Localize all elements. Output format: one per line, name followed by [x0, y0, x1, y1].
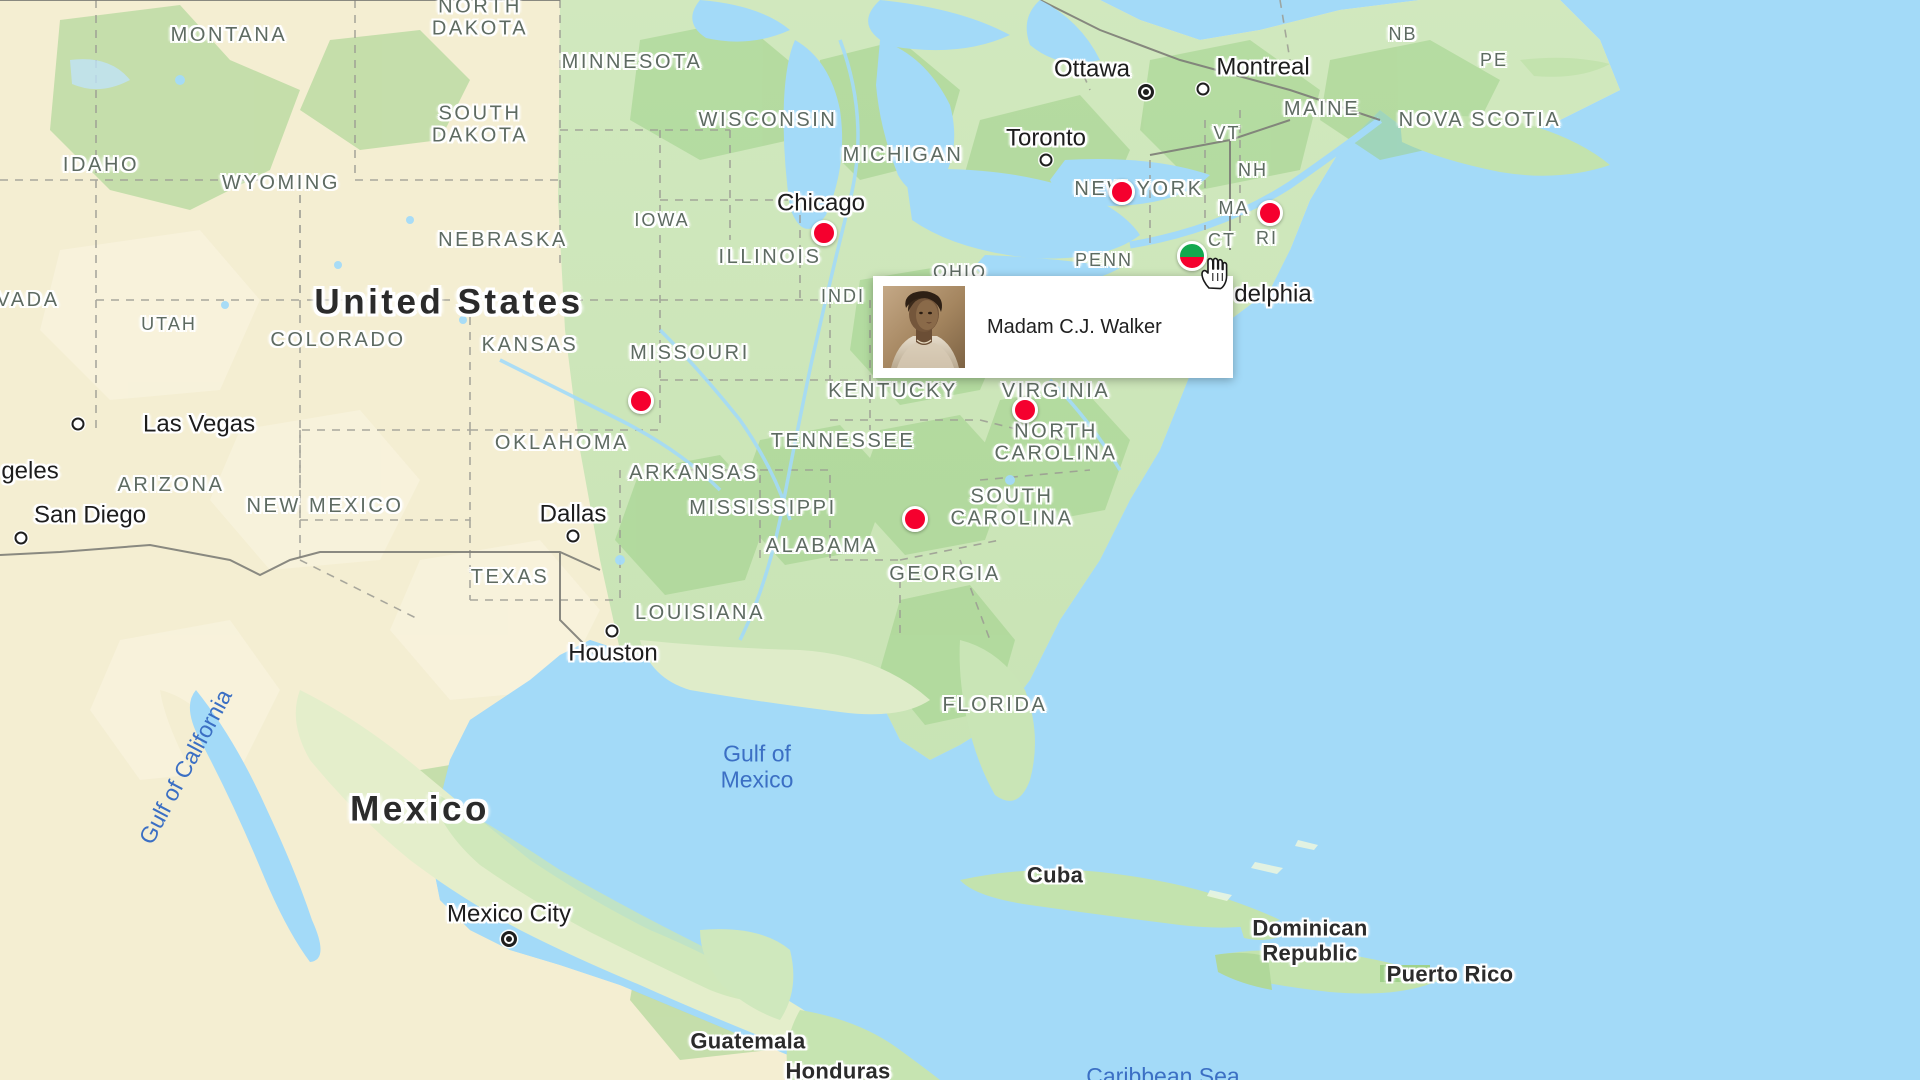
- boston-marker[interactable]: [1257, 200, 1283, 226]
- city-dot: [566, 529, 580, 543]
- capital-city-dot: [1138, 84, 1154, 100]
- map-canvas[interactable]: Gulf of Mexico Gulf of California Caribbean…: [0, 0, 1920, 1080]
- city-dot: [605, 624, 619, 638]
- city-dot: [14, 531, 28, 545]
- capital-city-dot: [501, 931, 517, 947]
- popup-person-name: Madam C.J. Walker: [987, 315, 1162, 338]
- chicago-marker[interactable]: [811, 220, 837, 246]
- virginia-marker[interactable]: [1012, 397, 1038, 423]
- southeast-marker[interactable]: [902, 506, 928, 532]
- terrain-layer: [0, 0, 1920, 1080]
- missouri-marker[interactable]: [628, 388, 654, 414]
- city-dot: [1039, 153, 1053, 167]
- info-popup[interactable]: Madam C.J. Walker: [873, 276, 1233, 378]
- portrait-thumbnail: [883, 286, 965, 368]
- city-dot: [71, 417, 85, 431]
- portrait-photograph-icon: [883, 286, 965, 368]
- city-dot: [1196, 82, 1210, 96]
- delaware-marker-hovered[interactable]: [1177, 241, 1207, 271]
- newyork-marker[interactable]: [1109, 179, 1135, 205]
